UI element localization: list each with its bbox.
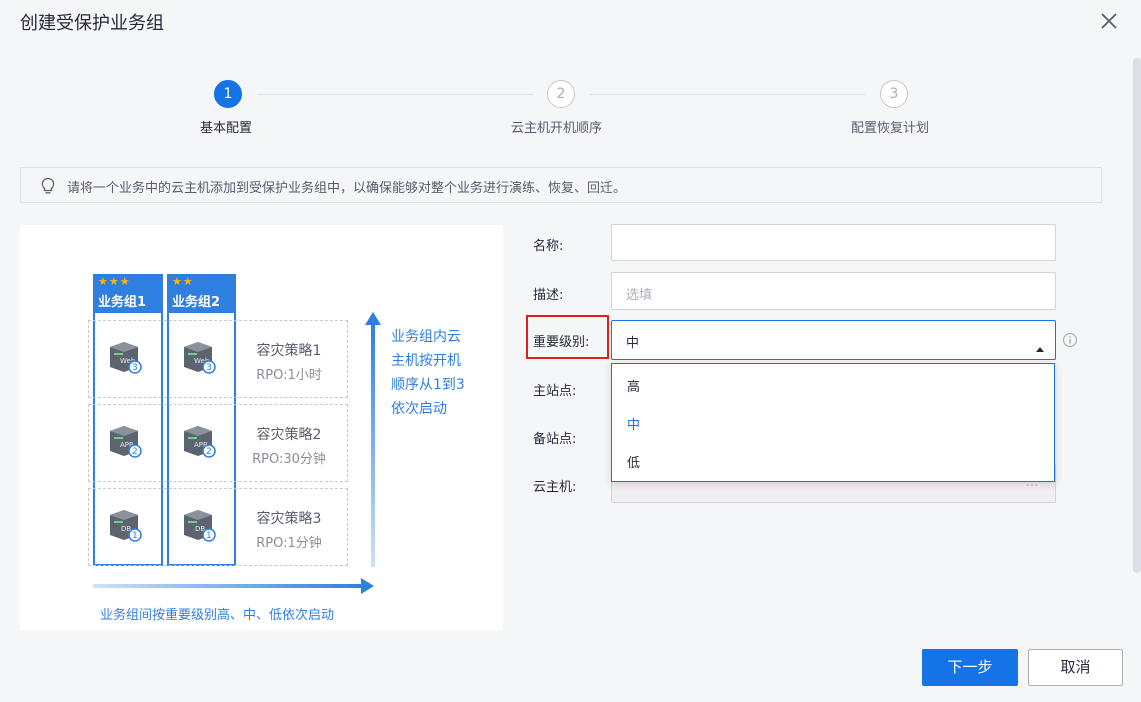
primary-site-label: 主站点:	[533, 384, 577, 399]
side-text-line: 主机按开机	[391, 353, 461, 369]
group-1-name: 业务组1	[98, 295, 147, 310]
name-label: 名称:	[533, 239, 564, 254]
policy-1-rpo: RPO:1小时	[256, 368, 322, 383]
order-badge: 3	[206, 363, 212, 373]
group-2-name: 业务组2	[172, 295, 221, 310]
side-text-line: 顺序从1到3	[391, 377, 465, 393]
step-3-label: 配置恢复计划	[851, 121, 930, 136]
importance-select[interactable]: 中	[611, 320, 1056, 360]
importance-dropdown: 高 中 低	[611, 363, 1055, 482]
bottom-description: 业务组间按重要级别高、中、低依次启动	[100, 608, 335, 623]
side-text-line: 依次启动	[391, 401, 447, 417]
group-2-header: ★★ 业务组2	[167, 274, 236, 313]
app-server-icon: APP 2	[180, 423, 216, 459]
web-server-icon: Web 3	[106, 339, 142, 375]
order-badge: 1	[206, 531, 212, 541]
illustration-panel: ★★★ 业务组1 ★★ 业务组2 Web 3 Web 3 APP 2 APP 2 DB 1…	[20, 225, 503, 630]
side-description: 业务组内云 主机按开机 顺序从1到3 依次启动	[391, 325, 471, 421]
step-3-circle: 3	[880, 80, 908, 108]
policy-1: 容灾策略1 RPO:1小时	[244, 340, 334, 383]
info-icon[interactable]	[1062, 332, 1078, 348]
scrollbar[interactable]	[1133, 58, 1141, 573]
description-input[interactable]: 选填	[611, 272, 1056, 310]
importance-option-medium[interactable]: 中	[627, 414, 640, 433]
policy-3-rpo: RPO:1分钟	[256, 536, 322, 551]
step-2-label: 云主机开机顺序	[511, 121, 603, 136]
step-2-circle: 2	[547, 80, 575, 108]
cloud-host-label: 云主机:	[533, 480, 577, 495]
lightbulb-icon	[40, 177, 56, 195]
order-badge: 1	[132, 531, 138, 541]
importance-option-low[interactable]: 低	[627, 452, 640, 471]
cancel-button[interactable]: 取消	[1028, 649, 1123, 686]
description-label: 描述:	[533, 288, 564, 303]
name-input[interactable]	[611, 224, 1056, 261]
importance-option-high[interactable]: 高	[627, 376, 640, 395]
order-badge: 3	[132, 363, 138, 373]
tip-text: 请将一个业务中的云主机添加到受保护业务组中，以确保能够对整个业务进行演练、恢复、…	[67, 181, 627, 196]
side-text-line: 业务组内云	[391, 329, 461, 345]
policy-2-name: 容灾策略2	[256, 427, 322, 443]
close-icon[interactable]	[1098, 10, 1120, 32]
order-badge: 2	[206, 447, 212, 457]
policy-3: 容灾策略3 RPO:1分钟	[244, 508, 334, 551]
importance-value: 中	[626, 336, 640, 351]
backup-site-label: 备站点:	[533, 432, 577, 447]
horizontal-arrow-icon	[93, 577, 375, 595]
step-1-label: 基本配置	[200, 121, 253, 136]
next-button[interactable]: 下一步	[922, 649, 1018, 686]
dialog-title: 创建受保护业务组	[20, 13, 164, 34]
policy-3-name: 容灾策略3	[256, 511, 322, 527]
group-1-header: ★★★ 业务组1	[93, 274, 163, 313]
web-server-icon: Web 3	[180, 339, 216, 375]
importance-label-highlight	[526, 315, 609, 359]
step-connector-2	[589, 94, 865, 95]
policy-2: 容灾策略2 RPO:30分钟	[244, 424, 334, 467]
step-connector-1	[257, 94, 533, 95]
policy-1-name: 容灾策略1	[256, 343, 322, 359]
app-server-icon: APP 2	[106, 423, 142, 459]
group-1-stars: ★★★	[98, 275, 131, 288]
group-2-stars: ★★	[172, 275, 194, 288]
tip-bar: 请将一个业务中的云主机添加到受保护业务组中，以确保能够对整个业务进行演练、恢复、…	[20, 167, 1102, 203]
db-server-icon: DB 1	[106, 507, 142, 543]
db-server-icon: DB 1	[180, 507, 216, 543]
order-badge: 2	[132, 447, 138, 457]
policy-2-rpo: RPO:30分钟	[252, 452, 326, 467]
step-1-circle: 1	[214, 80, 242, 108]
description-placeholder: 选填	[626, 288, 653, 303]
caret-up-icon	[1035, 337, 1045, 356]
vertical-arrow-icon	[363, 311, 383, 567]
